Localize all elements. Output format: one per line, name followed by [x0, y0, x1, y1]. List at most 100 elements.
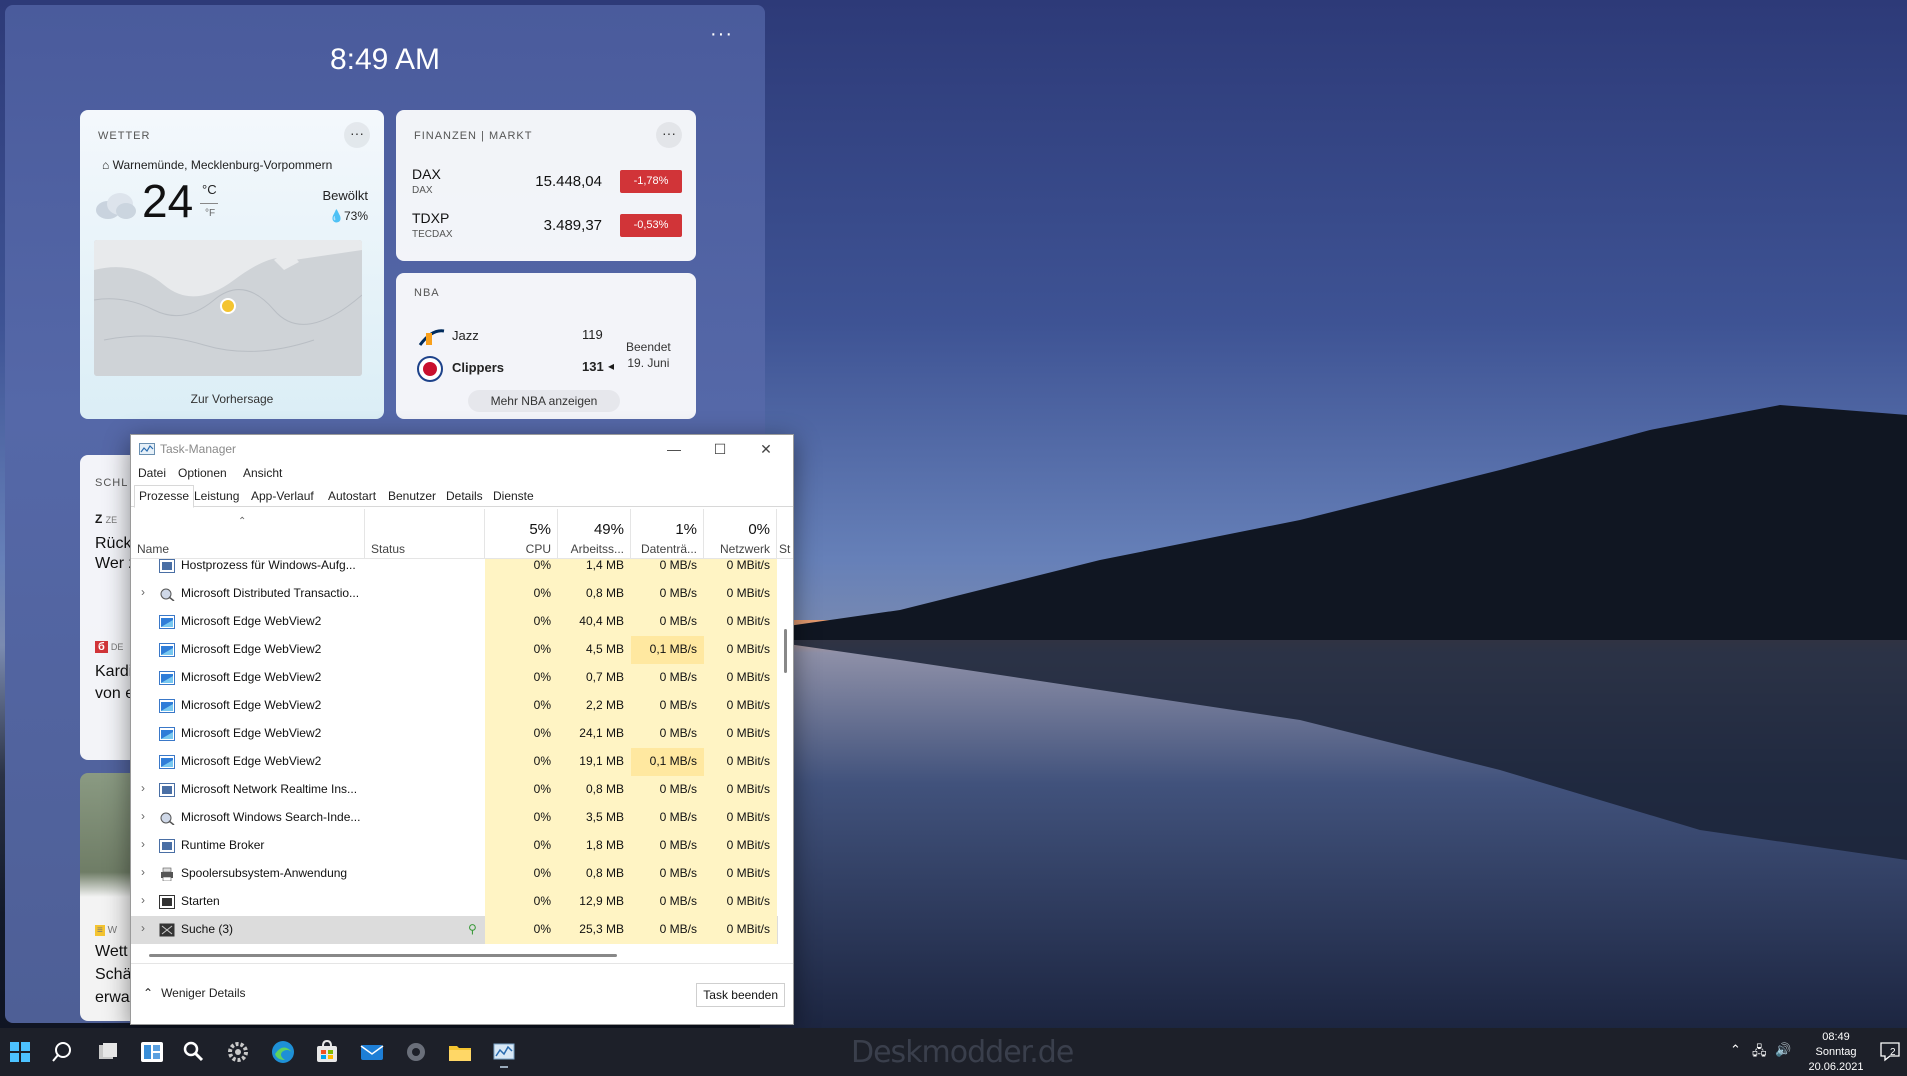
column-network[interactable]: 0% Netzwerk — [704, 509, 777, 559]
tab-benutzer[interactable]: Benutzer — [384, 486, 440, 506]
tab-leistung[interactable]: Leistung — [190, 486, 243, 506]
table-row[interactable]: Microsoft Edge WebView2 0% 2,2 MB 0 MB/s 0 M… — [131, 692, 778, 720]
task-view-button[interactable] — [92, 1036, 124, 1068]
table-row[interactable]: › Runtime Broker 0% 1,8 MB 0 MB/s 0 MBit/s — [131, 832, 778, 860]
location-marker-icon — [220, 298, 236, 314]
close-button[interactable]: ✕ — [743, 435, 789, 463]
table-row[interactable]: Microsoft Edge WebView2 0% 0,7 MB 0 MB/s 0 M… — [131, 664, 778, 692]
table-row[interactable]: › Microsoft Distributed Transactio... 0% 0,… — [131, 580, 778, 608]
footer: ⌃ Weniger Details Task beenden — [131, 963, 793, 1025]
table-row[interactable]: › Microsoft Windows Search-Inde... 0% 3,5 M… — [131, 804, 778, 832]
column-cpu[interactable]: 5% CPU — [485, 509, 558, 559]
weather-widget[interactable]: WETTER ··· ⌂ Warnemünde, Mecklenburg-Vor… — [80, 110, 384, 419]
process-mem: 12,9 MB — [579, 894, 624, 908]
menu-optionen[interactable]: Optionen — [178, 466, 227, 480]
vertical-scrollbar[interactable] — [779, 559, 793, 948]
tab-app-verlauf[interactable]: App-Verlauf — [247, 486, 318, 506]
explorer-button[interactable] — [444, 1036, 476, 1068]
process-icon — [159, 643, 175, 657]
task-manager-taskbar-icon — [493, 1043, 515, 1068]
process-net: 0 MBit/s — [726, 642, 770, 656]
widgets-more-button[interactable]: ··· — [710, 23, 733, 46]
disk-total: 1% — [675, 521, 697, 538]
column-name[interactable]: Name — [131, 509, 365, 559]
unit-celsius-toggle[interactable]: °C — [202, 182, 217, 197]
nba-widget[interactable]: NBA Jazz 119 Clippers 131 ◂ Beendet 19. … — [396, 273, 696, 419]
notification-button[interactable]: 2 — [1878, 1039, 1902, 1063]
news-headline[interactable]: erwa — [95, 989, 130, 1007]
expand-chevron-icon[interactable]: › — [141, 921, 145, 935]
expand-chevron-icon[interactable]: › — [141, 781, 145, 795]
weather-more-button[interactable]: ··· — [344, 122, 370, 148]
less-details-button[interactable]: ⌃ Weniger Details — [143, 986, 246, 1000]
table-row[interactable]: Microsoft Edge WebView2 0% 24,1 MB 0 MB/s 0 … — [131, 720, 778, 748]
horizontal-scroll-thumb[interactable] — [149, 954, 617, 957]
table-row[interactable]: › Microsoft Network Realtime Ins... 0% 0,8 … — [131, 776, 778, 804]
news-headline[interactable]: von e — [95, 685, 134, 703]
stock-row-dax[interactable]: DAX DAX 15.448,04 -1,78% — [412, 166, 682, 206]
end-task-button[interactable]: Task beenden — [696, 983, 785, 1007]
tab-details[interactable]: Details — [442, 486, 487, 506]
process-name: Microsoft Edge WebView2 — [181, 614, 322, 628]
search-app-button[interactable] — [178, 1036, 210, 1068]
finance-more-button[interactable]: ··· — [656, 122, 682, 148]
clock[interactable]: 08:49 Sonntag 20.06.2021 — [1806, 1030, 1866, 1075]
tab-dienste[interactable]: Dienste — [489, 486, 538, 506]
settings-app-button[interactable] — [400, 1036, 432, 1068]
vertical-scroll-thumb[interactable] — [784, 629, 787, 673]
table-row[interactable]: Microsoft Edge WebView2 0% 40,4 MB 0 MB/s 0 … — [131, 608, 778, 636]
table-row[interactable]: › Suche (3) ⚲ 0% 25,3 MB 0 MB/s 0 MBit/s — [131, 916, 778, 944]
horizontal-scrollbar[interactable] — [131, 948, 793, 962]
mail-button[interactable] — [356, 1036, 388, 1068]
team-name: Clippers — [452, 360, 505, 375]
edge-button[interactable] — [267, 1036, 299, 1068]
forecast-link[interactable]: Zur Vorhersage — [80, 392, 384, 406]
store-button[interactable] — [311, 1036, 343, 1068]
expand-chevron-icon[interactable]: › — [141, 837, 145, 851]
widgets-button[interactable] — [136, 1036, 168, 1068]
more-nba-button[interactable]: Mehr NBA anzeigen — [468, 390, 620, 412]
news-headline[interactable]: Rück — [95, 535, 131, 553]
column-extra[interactable]: St — [777, 509, 793, 559]
network-icon[interactable]: 🖧 — [1752, 1042, 1767, 1064]
table-row[interactable]: Microsoft Edge WebView2 0% 19,1 MB 0,1 MB/s… — [131, 748, 778, 776]
start-button[interactable] — [4, 1036, 36, 1068]
expand-chevron-icon[interactable]: › — [141, 893, 145, 907]
table-row[interactable]: Microsoft Edge WebView2 0% 4,5 MB 0,1 MB/s 0… — [131, 636, 778, 664]
expand-chevron-icon[interactable]: › — [141, 865, 145, 879]
minimize-button[interactable]: — — [651, 435, 697, 463]
process-disk: 0 MB/s — [659, 726, 697, 740]
home-icon: ⌂ — [102, 158, 110, 172]
column-memory[interactable]: 49% Arbeitss... — [558, 509, 631, 559]
news-headline[interactable]: Kardi — [95, 663, 132, 681]
tab-prozesse[interactable]: Prozesse — [134, 485, 195, 508]
expand-chevron-icon[interactable]: › — [141, 585, 145, 599]
finance-widget[interactable]: FINANZEN | MARKT ··· DAX DAX 15.448,04 -… — [396, 110, 696, 261]
search-button[interactable] — [48, 1036, 80, 1068]
menu-ansicht[interactable]: Ansicht — [243, 466, 282, 480]
expand-chevron-icon[interactable]: › — [141, 809, 145, 823]
news-headline[interactable]: Wett — [95, 943, 128, 961]
maximize-button[interactable]: ☐ — [697, 435, 743, 463]
table-row[interactable]: › Starten 0% 12,9 MB 0 MB/s 0 MBit/s — [131, 888, 778, 916]
table-row[interactable]: Hostprozess für Windows-Aufg... 0% 1,4 MB 0… — [131, 559, 778, 580]
menu-datei[interactable]: Datei — [138, 466, 166, 480]
humidity-value: 73% — [343, 209, 368, 223]
volume-icon[interactable]: 🔊 — [1775, 1042, 1791, 1058]
chevron-up-icon[interactable]: ⌃ — [1730, 1042, 1741, 1058]
stock-row-tdxp[interactable]: TDXP TECDAX 3.489,37 -0,53% — [412, 210, 682, 250]
news-headline[interactable]: Schä — [95, 966, 131, 984]
settings-button[interactable] — [222, 1036, 254, 1068]
column-status[interactable]: Status — [365, 509, 485, 559]
table-row[interactable]: › Spoolersubsystem-Anwendung 0% 0,8 MB 0 MB/… — [131, 860, 778, 888]
process-name: Microsoft Windows Search-Inde... — [181, 810, 361, 824]
news-title: SCHL — [95, 477, 129, 489]
task-manager-taskbar-button[interactable] — [488, 1036, 520, 1068]
title-bar[interactable]: Task-Manager — ☐ ✕ — [131, 435, 793, 463]
news-source-icon: Z ZE — [95, 512, 118, 526]
weather-map[interactable] — [94, 240, 362, 376]
column-disk[interactable]: 1% Datenträ... — [631, 509, 704, 559]
tab-autostart[interactable]: Autostart — [324, 486, 380, 506]
unit-fahrenheit-toggle[interactable]: °F — [205, 208, 215, 219]
process-mem: 1,4 MB — [585, 559, 624, 572]
